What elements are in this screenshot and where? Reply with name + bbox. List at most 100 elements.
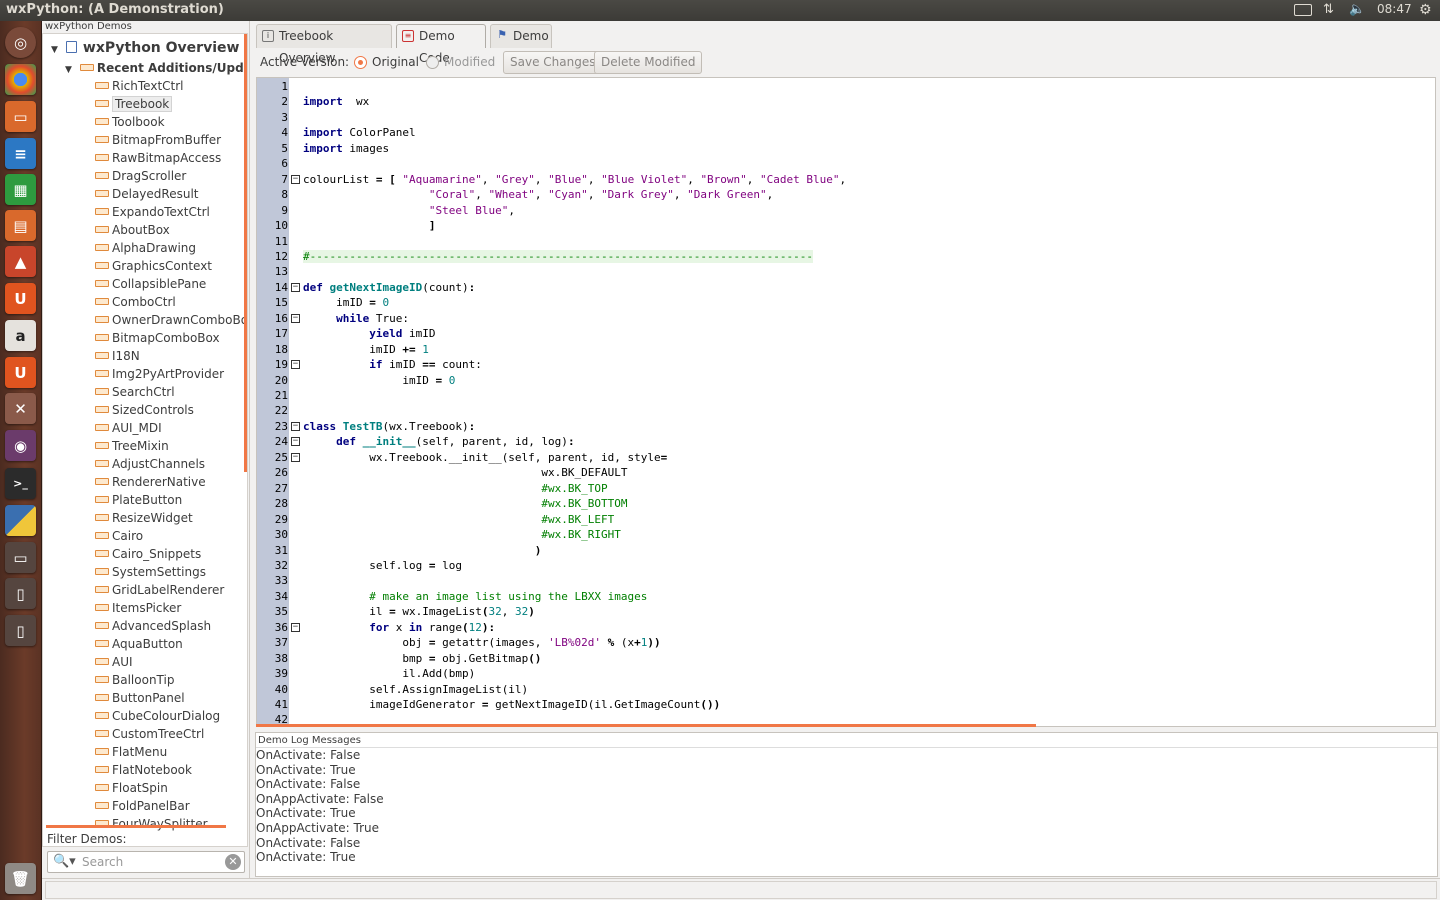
ubuntu-dash-icon[interactable]: ◎ [5,27,36,58]
tree-item[interactable]: RawBitmapAccess [95,149,221,167]
line-number: 25 [274,450,288,464]
device2-icon[interactable]: ▯ [5,615,36,646]
tree-item[interactable]: BitmapFromBuffer [95,131,221,149]
tree-item[interactable]: Treebook [95,95,173,113]
line-number: 12 [274,249,288,263]
gear-icon[interactable]: ⚙ [1419,2,1432,18]
writer-icon[interactable]: ≡ [5,138,36,169]
tree-item[interactable]: CubeColourDialog [95,707,220,725]
terminal-icon[interactable]: >_ [5,468,36,499]
ubuntu-one-music-icon[interactable]: U [5,357,36,388]
tree-item[interactable]: PlateButton [95,491,182,509]
tree-item[interactable]: BalloonTip [95,671,174,689]
tree-item[interactable]: DragScroller [95,167,186,185]
demo-tree[interactable]: ▼ wxPython Overview ▼ Recent Additions/Upda… [42,33,248,847]
trash-icon[interactable]: 🗑 [5,863,36,894]
tree-item[interactable]: FlatNotebook [95,761,192,779]
tree-item[interactable]: SearchCtrl [95,383,175,401]
tree-item[interactable]: AboutBox [95,221,170,239]
tree-item[interactable]: RendererNative [95,473,206,491]
device-icon[interactable]: ▯ [5,578,36,609]
tab-demo[interactable]: ⚑ Demo [490,24,552,48]
tree-hscrollbar[interactable] [46,825,226,828]
code-editor[interactable]: 1 2 3 4 5 6 7 8 9 10 11 12 13 14 15 16 17 18 19 20 21 22 23 24 2… [256,77,1436,727]
tree-item[interactable]: FourWaySplitter [95,815,208,833]
editor-hscrollbar[interactable] [256,724,1036,727]
tree-item[interactable]: BitmapComboBox [95,329,220,347]
tree-item[interactable]: DelayedResult [95,185,199,203]
tab-demo-code[interactable]: ≡Demo Code [396,24,486,65]
volume-icon[interactable]: 🔈 [1349,2,1365,17]
tree-item[interactable]: RichTextCtrl [95,77,184,95]
tree-item[interactable]: Toolbook [95,113,165,131]
tree-item[interactable]: Img2PyArtProvider [95,365,224,383]
tree-section[interactable]: ▼ Recent Additions/Updat [65,59,247,77]
chromium-icon[interactable] [5,64,36,95]
eye-icon[interactable]: ◉ [5,430,36,461]
clear-search-icon[interactable]: ✕ [225,854,241,870]
tree-item[interactable]: AdjustChannels [95,455,205,473]
tree-item[interactable]: ExpandoTextCtrl [95,203,210,221]
delete-modified-button[interactable]: Delete Modified [594,51,703,74]
expand-arrow-icon[interactable]: ▼ [65,65,72,75]
calc-icon[interactable]: ▦ [5,174,36,205]
tree-item[interactable]: AlphaDrawing [95,239,196,257]
tree-item[interactable]: SystemSettings [95,563,206,581]
keyboard-icon[interactable] [1294,4,1312,16]
tree-item-label: SearchCtrl [112,385,175,399]
software-center-icon[interactable]: ▲ [5,246,36,277]
fold-toggle-icon[interactable]: − [291,622,300,632]
fold-toggle-icon[interactable]: − [291,174,300,184]
tree-item[interactable]: ItemsPicker [95,599,181,617]
fold-toggle-icon[interactable]: − [291,421,300,431]
save-changes-button[interactable]: Save Changes [503,51,603,74]
line-number: 23 [274,419,288,433]
search-input[interactable]: 🔍▾ Search ✕ [47,851,245,873]
tree-item[interactable]: FloatSpin [95,779,168,797]
original-radio[interactable] [354,56,367,69]
files-icon[interactable]: ▭ [5,101,36,132]
log-text[interactable]: OnActivate: False OnActivate: True OnActiv… [256,747,1437,865]
tree-root[interactable]: ▼ wxPython Overview [51,38,239,58]
tree-item[interactable]: GridLabelRenderer [95,581,224,599]
tree-item[interactable]: Cairo [95,527,143,545]
settings-icon[interactable]: ✕ [5,393,36,424]
tree-item[interactable]: CustomTreeCtrl [95,725,204,743]
expand-arrow-icon[interactable]: ▼ [51,45,58,55]
tree-item[interactable]: Cairo_Snippets [95,545,201,563]
tree-item[interactable]: AUI_MDI [95,419,162,437]
network-icon[interactable]: ⇅ [1323,2,1334,17]
tree-item[interactable]: I18N [95,347,140,365]
tree-item[interactable]: ResizeWidget [95,509,193,527]
window-icon[interactable]: ▭ [5,542,36,573]
search-icon[interactable]: 🔍▾ [53,854,76,869]
line-number: 38 [274,651,288,665]
tree-vscrollbar[interactable] [244,34,247,472]
tree-item[interactable]: TreeMixin [95,437,169,455]
fold-toggle-icon[interactable]: − [291,437,300,447]
tree-item[interactable]: SizedControls [95,401,194,419]
tree-item[interactable]: AUI [95,653,133,671]
tree-item[interactable]: GraphicsContext [95,257,212,275]
tree-item[interactable]: FlatMenu [95,743,167,761]
fold-toggle-icon[interactable]: − [291,313,300,323]
python-icon[interactable] [5,505,36,536]
fold-toggle-icon[interactable]: − [291,360,300,370]
tree-item[interactable]: OwnerDrawnComboBo [95,311,247,329]
code-token: ()) [700,698,721,711]
impress-icon[interactable]: ▤ [5,210,36,241]
modified-radio[interactable] [426,56,439,69]
fold-toggle-icon[interactable]: − [291,452,300,462]
ubuntu-one-icon[interactable]: U [5,283,36,314]
tree-item[interactable]: FoldPanelBar [95,797,190,815]
clock[interactable]: 08:47 [1377,2,1412,16]
tree-item[interactable]: ButtonPanel [95,689,185,707]
tree-item[interactable]: AdvancedSplash [95,617,211,635]
tree-item[interactable]: AquaButton [95,635,183,653]
code-token: ] [428,219,436,233]
tree-item[interactable]: ComboCtrl [95,293,176,311]
amazon-icon[interactable]: a [5,320,36,351]
tab-treebook-overview[interactable]: i Treebook Overview [256,24,392,65]
fold-toggle-icon[interactable]: − [291,282,300,292]
tree-item[interactable]: CollapsiblePane [95,275,206,293]
